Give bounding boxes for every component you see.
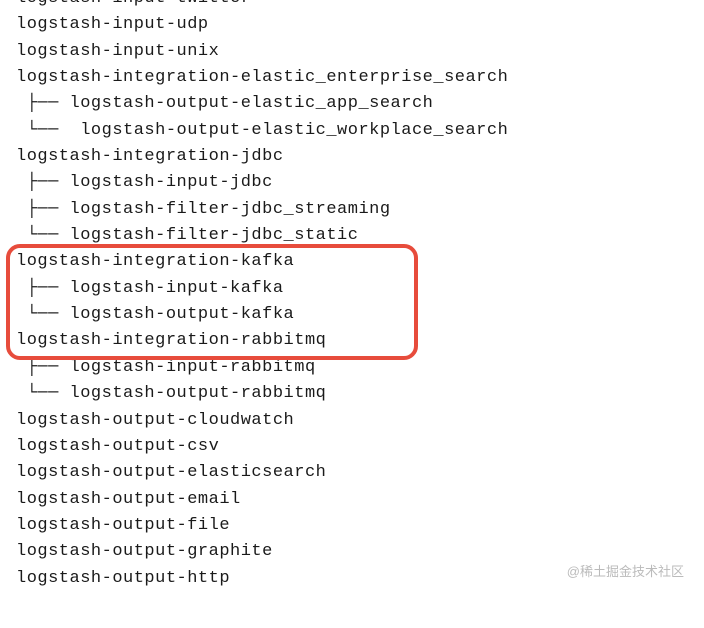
tree-line: └── logstash-output-rabbitmq	[16, 381, 688, 407]
tree-line: └── logstash-output-kafka	[16, 302, 688, 328]
tree-line: logstash-output-csv	[16, 434, 688, 460]
tree-line: logstash-input-twitter	[16, 0, 688, 12]
tree-line: logstash-integration-jdbc	[16, 144, 688, 170]
tree-line: logstash-integration-rabbitmq	[16, 328, 688, 354]
tree-line: ├── logstash-input-kafka	[16, 276, 688, 302]
tree-line: └── logstash-output-elastic_workplace_se…	[16, 118, 688, 144]
tree-line: logstash-input-unix	[16, 39, 688, 65]
watermark-text: @稀土掘金技术社区	[567, 562, 684, 582]
tree-line: ├── logstash-filter-jdbc_streaming	[16, 197, 688, 223]
tree-line: logstash-output-cloudwatch	[16, 408, 688, 434]
tree-line: ├── logstash-output-elastic_app_search	[16, 91, 688, 117]
tree-line: ├── logstash-input-rabbitmq	[16, 355, 688, 381]
tree-line: logstash-output-email	[16, 487, 688, 513]
tree-line: logstash-integration-elastic_enterprise_…	[16, 65, 688, 91]
tree-line: └── logstash-filter-jdbc_static	[16, 223, 688, 249]
tree-line: logstash-integration-kafka	[16, 249, 688, 275]
plugin-tree-listing: logstash-input-twitterlogstash-input-udp…	[16, 0, 688, 592]
tree-line: logstash-input-udp	[16, 12, 688, 38]
tree-line: ├── logstash-input-jdbc	[16, 170, 688, 196]
tree-line: logstash-output-elasticsearch	[16, 460, 688, 486]
tree-line: logstash-output-file	[16, 513, 688, 539]
